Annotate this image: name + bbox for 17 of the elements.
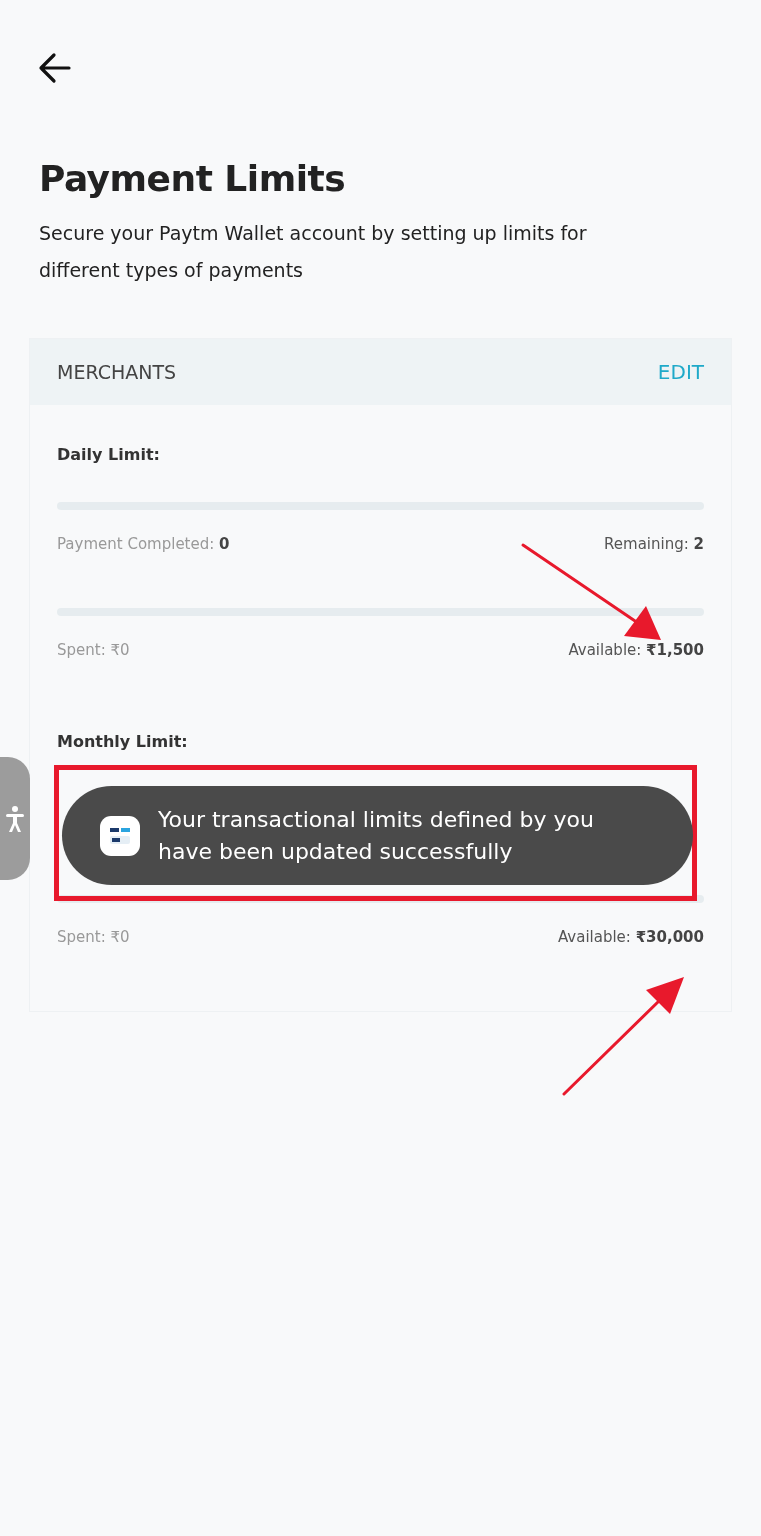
stat-text: Payment Completed: 0 xyxy=(57,534,230,554)
section-label: MERCHANTS xyxy=(57,361,177,383)
limit-title: Monthly Limit: xyxy=(57,732,189,751)
stat-text: Spent: ₹0 xyxy=(57,927,130,947)
stat-text: Remaining: 2 xyxy=(604,534,704,554)
stat-text: Available: ₹30,000 xyxy=(557,927,704,947)
accessibility-icon xyxy=(5,803,25,834)
toast-message: Your transactional limits defined by you have been updated successfully xyxy=(158,805,595,866)
app-icon xyxy=(100,815,140,856)
stat-text: Available: ₹1,500 xyxy=(568,640,704,660)
edit-button[interactable]: EDIT xyxy=(657,360,704,384)
page-description: Secure your Paytm Wallet account by setting up limits for different types of payments xyxy=(39,221,588,283)
stat-text: Spent: ₹0 xyxy=(57,640,130,660)
page-title: Payment Limits xyxy=(39,158,347,199)
accessibility-button[interactable] xyxy=(0,757,30,880)
limit-title: Daily Limit: xyxy=(57,445,161,464)
back-button[interactable] xyxy=(38,52,72,84)
